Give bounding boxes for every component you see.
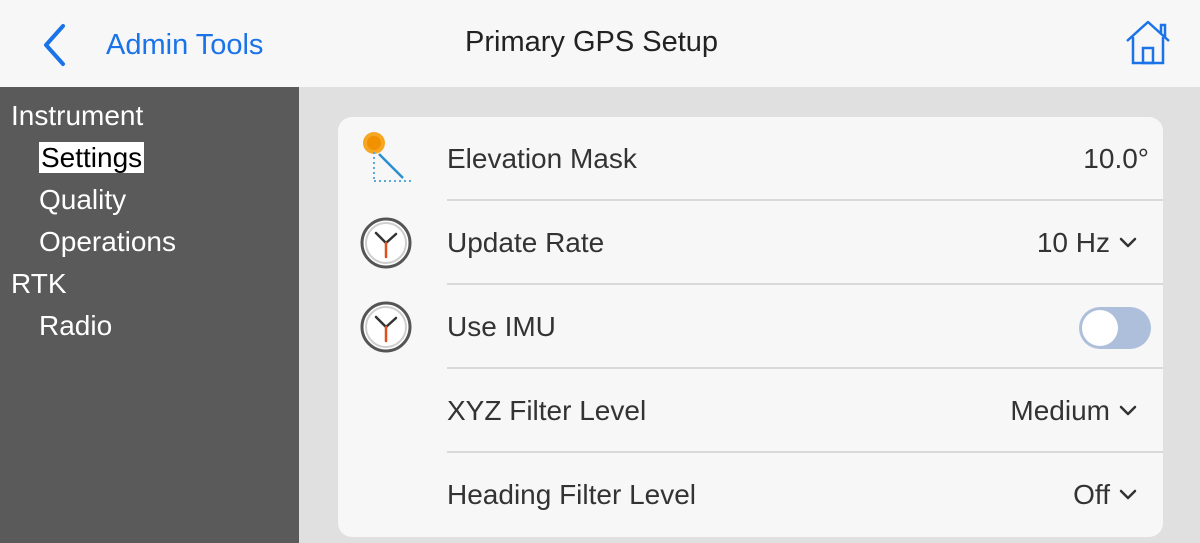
clock-icon <box>360 301 412 353</box>
update-rate-value: 10 Hz <box>1036 227 1110 258</box>
back-button-label: Admin Tools <box>106 28 264 61</box>
chevron-down-icon <box>1119 489 1137 500</box>
heading-filter-label: Heading Filter Level <box>447 479 697 510</box>
sidebar-item-label: Quality <box>39 184 127 215</box>
page-title: Primary GPS Setup <box>465 26 719 58</box>
elevation-mask-row[interactable]: Elevation Mask 10.0° <box>338 117 1163 201</box>
sidebar-item-label: Operations <box>39 226 176 257</box>
heading-filter-dropdown[interactable]: Off <box>1073 453 1149 537</box>
home-button[interactable] <box>1123 17 1173 67</box>
update-rate-dropdown[interactable]: 10 Hz <box>1037 201 1149 285</box>
top-bar: Admin Tools Primary GPS Setup <box>0 0 1200 87</box>
chevron-left-icon <box>44 24 65 66</box>
sidebar-item-operations[interactable]: Operations <box>0 221 299 263</box>
sidebar-item-rtk[interactable]: RTK <box>0 263 299 305</box>
clock-icon <box>360 217 412 269</box>
toggle-knob <box>1082 310 1118 346</box>
sidebar-item-radio[interactable]: Radio <box>0 305 299 347</box>
use-imu-toggle[interactable] <box>1079 307 1151 349</box>
xyz-filter-row[interactable]: XYZ Filter Level Medium <box>338 369 1163 453</box>
heading-filter-row[interactable]: Heading Filter Level Off <box>338 453 1163 537</box>
settings-card: Elevation Mask 10.0° Update Rate 10 Hz U… <box>338 117 1163 537</box>
elevation-icon <box>363 132 414 182</box>
main-content: Elevation Mask 10.0° Update Rate 10 Hz U… <box>299 87 1200 543</box>
sidebar-item-label: Instrument <box>11 100 144 131</box>
xyz-filter-dropdown[interactable]: Medium <box>1010 369 1149 453</box>
sidebar-item-label: Settings <box>39 142 145 173</box>
sidebar-item-settings[interactable]: Settings <box>0 137 299 179</box>
heading-filter-value: Off <box>1073 479 1110 510</box>
back-button[interactable]: Admin Tools <box>38 20 288 70</box>
sidebar-item-instrument[interactable]: Instrument <box>0 95 299 137</box>
chevron-down-icon <box>1119 405 1137 416</box>
use-imu-label: Use IMU <box>447 311 556 342</box>
sidebar-item-label: Radio <box>39 310 113 341</box>
chevron-down-icon <box>1119 237 1137 248</box>
sidebar-nav: Instrument Settings Quality Operations R… <box>0 87 299 543</box>
elevation-mask-value: 10.0° <box>1083 143 1149 174</box>
xyz-filter-label: XYZ Filter Level <box>447 395 647 426</box>
sidebar-item-label: RTK <box>11 268 67 299</box>
xyz-filter-value: Medium <box>1010 395 1110 426</box>
home-icon <box>1126 20 1170 65</box>
elevation-mask-label: Elevation Mask <box>447 143 637 174</box>
update-rate-label: Update Rate <box>447 227 605 258</box>
update-rate-row[interactable]: Update Rate 10 Hz <box>338 201 1163 285</box>
use-imu-row: Use IMU <box>338 285 1163 369</box>
sidebar-item-quality[interactable]: Quality <box>0 179 299 221</box>
